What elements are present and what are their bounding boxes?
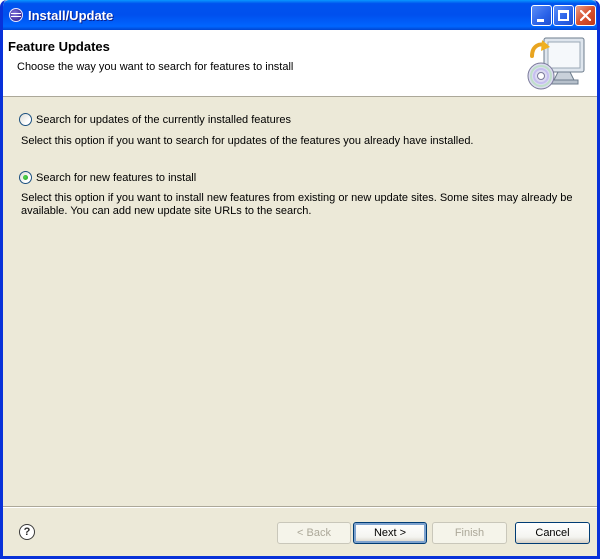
finish-button[interactable]: Finish — [432, 522, 507, 544]
option-search-updates-description: Select this option if you want to search… — [21, 135, 474, 147]
options-area: Search for updates of the currently inst… — [3, 97, 597, 497]
page-title: Feature Updates — [8, 39, 110, 54]
minimize-button[interactable] — [531, 5, 552, 26]
radio-search-new[interactable] — [19, 171, 32, 184]
option-search-new-label[interactable]: Search for new features to install — [36, 172, 196, 184]
title-bar[interactable]: Install/Update — [3, 0, 597, 30]
window-title: Install/Update — [28, 8, 114, 23]
maximize-button[interactable] — [553, 5, 574, 26]
close-button[interactable] — [575, 5, 596, 26]
option-search-new[interactable]: Search for new features to install — [19, 171, 196, 184]
install-update-wizard-graphic — [527, 37, 585, 90]
option-search-updates-label[interactable]: Search for updates of the currently inst… — [36, 114, 291, 126]
next-button[interactable]: Next > — [353, 522, 427, 544]
minimize-icon — [537, 19, 544, 22]
option-search-updates[interactable]: Search for updates of the currently inst… — [19, 113, 291, 126]
eclipse-icon — [9, 8, 23, 22]
wizard-banner: Feature Updates Choose the way you want … — [3, 30, 597, 97]
install-update-dialog: Install/Update Feature Updates Choose th… — [0, 0, 600, 559]
help-button[interactable]: ? — [19, 524, 35, 540]
back-button[interactable]: < Back — [277, 522, 351, 544]
close-icon — [580, 10, 591, 21]
page-description: Choose the way you want to search for fe… — [17, 61, 294, 73]
radio-search-updates[interactable] — [19, 113, 32, 126]
button-bar-separator — [3, 506, 597, 508]
cancel-button[interactable]: Cancel — [515, 522, 590, 544]
maximize-icon — [558, 10, 569, 21]
option-search-new-description: Select this option if you want to instal… — [21, 192, 573, 217]
